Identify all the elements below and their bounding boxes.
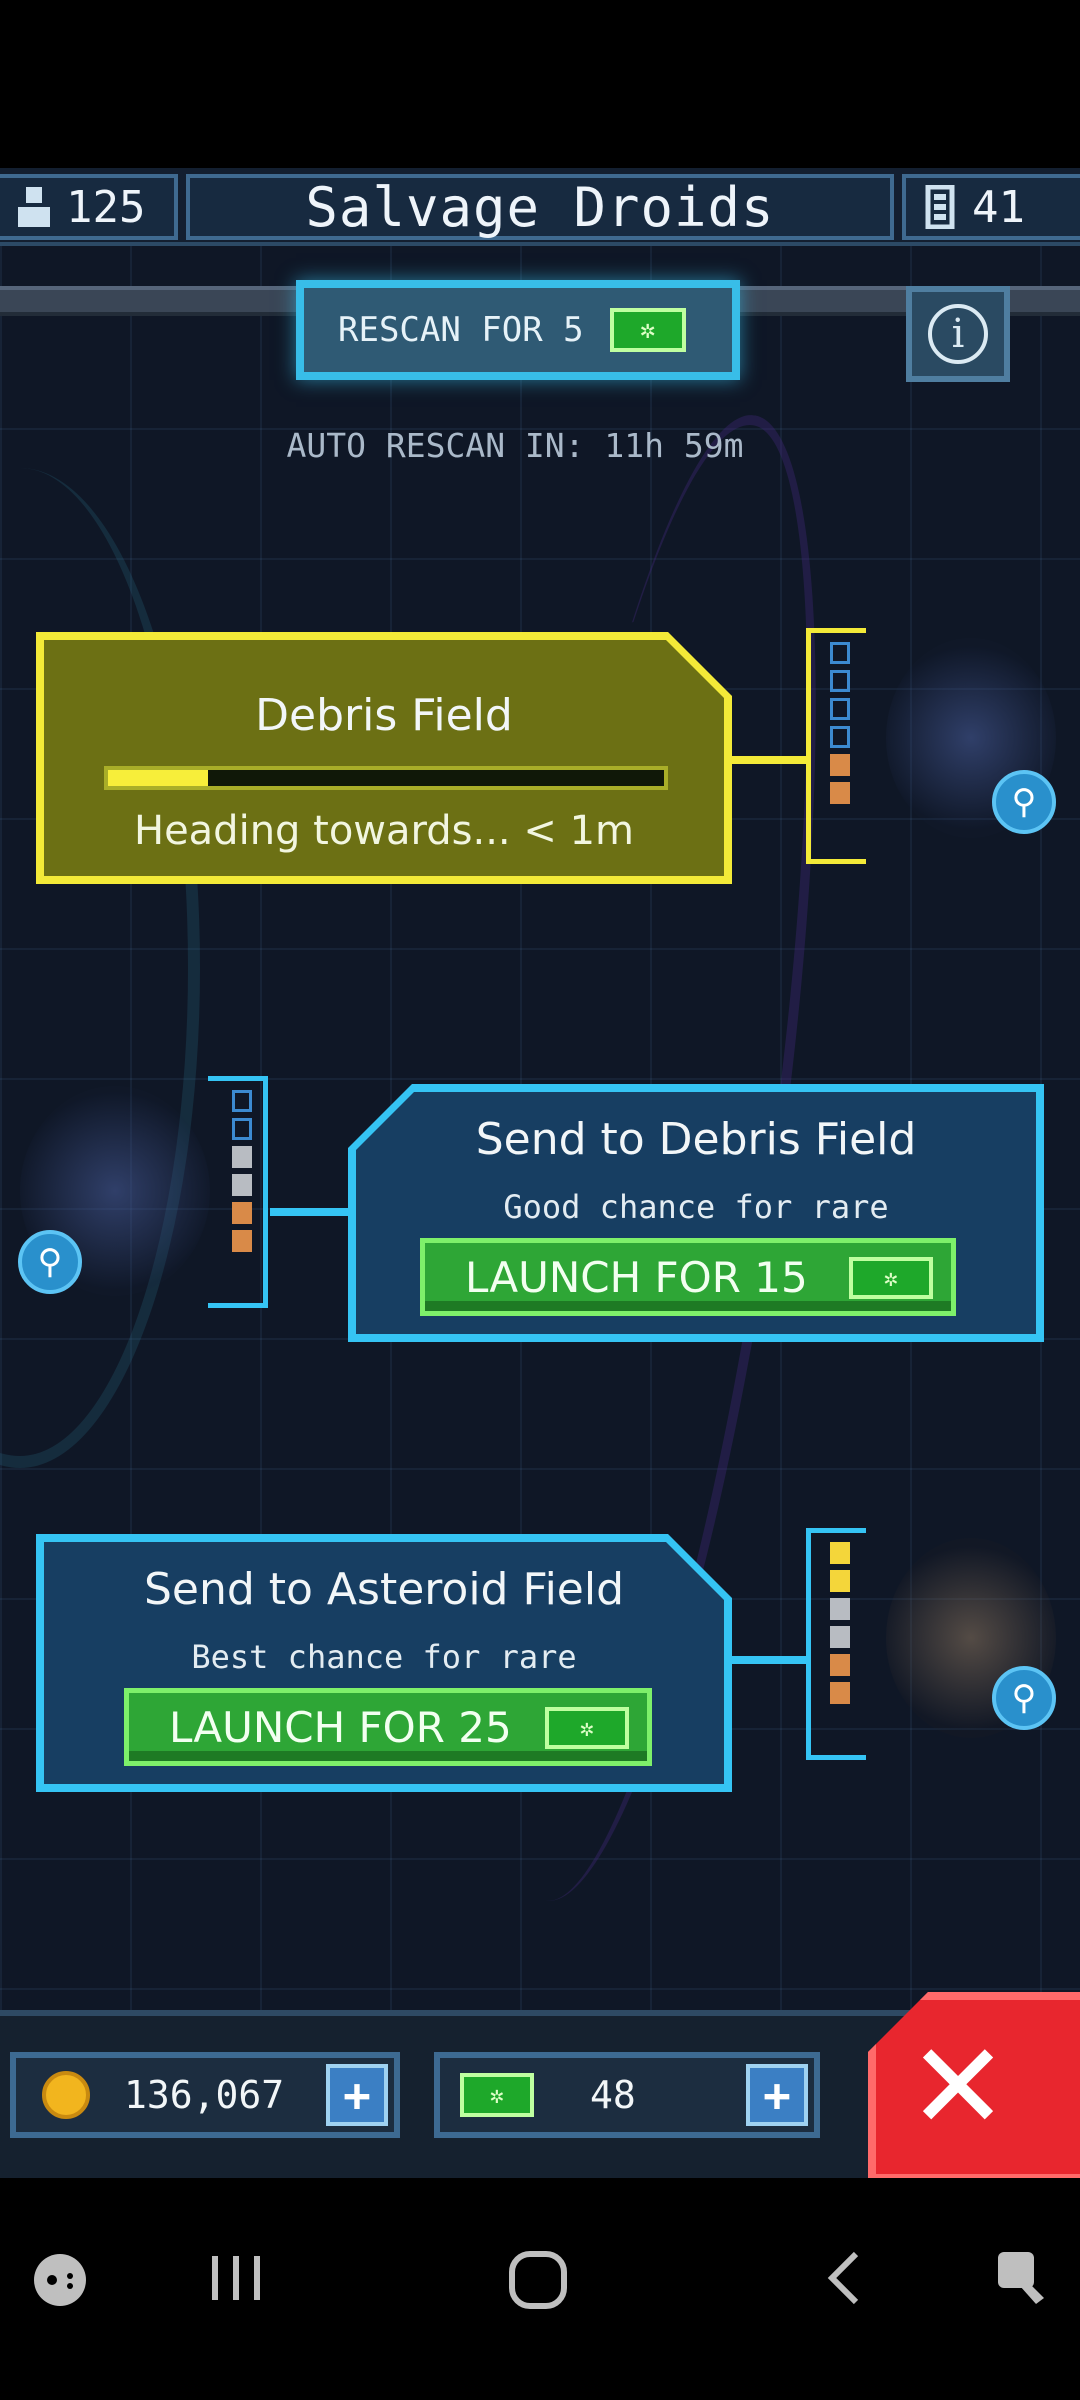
- add-gems-button[interactable]: +: [746, 2064, 808, 2126]
- info-icon: i: [928, 304, 988, 364]
- gem-icon: ✲: [609, 308, 686, 352]
- back-icon[interactable]: [820, 2248, 868, 2308]
- rescan-button[interactable]: RESCAN FOR 5 ✲: [296, 280, 740, 380]
- assist-icon[interactable]: [994, 2248, 1050, 2308]
- mission-title: Send to Debris Field: [475, 1114, 917, 1165]
- mission-subtitle: Best chance for rare: [191, 1638, 577, 1676]
- rescan-label: RESCAN FOR 5: [338, 310, 584, 350]
- page-title: Salvage Droids: [305, 175, 775, 239]
- launch-button-25[interactable]: LAUNCH FOR 25 ✲: [124, 1688, 652, 1766]
- launch-label: LAUNCH FOR 25: [169, 1702, 512, 1752]
- status-bar: [0, 0, 1080, 168]
- progress-fill: [108, 770, 208, 786]
- battery-icon: [925, 185, 955, 229]
- person-icon: [18, 187, 50, 227]
- add-coins-button[interactable]: +: [326, 2064, 388, 2126]
- magnifier-icon[interactable]: ⚲: [18, 1230, 82, 1294]
- coin-icon: [42, 2071, 90, 2119]
- pipe-right: [740, 286, 920, 316]
- coin-counter: 136,067 +: [10, 2052, 400, 2138]
- game-launcher-icon[interactable]: [28, 2248, 92, 2312]
- gem-icon: ✲: [545, 1707, 629, 1749]
- pipe-left: [0, 286, 300, 316]
- cells-counter: 41: [902, 174, 1080, 240]
- card-body: Debris Field Heading towards... < 1m: [44, 640, 724, 876]
- system-nav-bar: [0, 2178, 1080, 2400]
- crew-counter: 125: [0, 174, 178, 240]
- pipe-far-right: [1010, 286, 1080, 316]
- game-screen: 125 Salvage Droids 41 RESCAN FOR 5 ✲ i A…: [0, 168, 1080, 2178]
- mission-card-debris-field: Send to Debris Field Good chance for rar…: [348, 1084, 1044, 1342]
- rarity-meter: [232, 1090, 252, 1252]
- mission-status: Heading towards... < 1m: [133, 808, 635, 854]
- connector-line: [730, 1656, 808, 1664]
- gem-icon: ✲: [460, 2073, 534, 2117]
- coin-value: 136,067: [124, 2073, 285, 2117]
- card-body: Send to Debris Field Good chance for rar…: [356, 1092, 1036, 1334]
- mission-progress-bar: [104, 766, 668, 790]
- auto-rescan-timer: AUTO RESCAN IN: 11h 59m: [286, 426, 744, 465]
- top-header: 125 Salvage Droids 41: [0, 168, 1080, 246]
- launch-button-15[interactable]: LAUNCH FOR 15 ✲: [420, 1238, 956, 1316]
- mission-card-debris-progress: Debris Field Heading towards... < 1m: [36, 632, 732, 884]
- connector-line: [730, 756, 808, 764]
- cells-count: 41: [972, 181, 1025, 233]
- launch-label: LAUNCH FOR 15: [465, 1252, 808, 1302]
- title-bar: Salvage Droids: [186, 174, 894, 240]
- gem-icon: ✲: [849, 1257, 933, 1299]
- scan-thumbnail-asteroid[interactable]: ⚲: [806, 1528, 1066, 1788]
- gem-value: 48: [590, 2073, 636, 2117]
- mission-title: Debris Field: [255, 690, 513, 741]
- rarity-meter: [830, 1542, 850, 1704]
- gem-counter: ✲ 48 +: [434, 2052, 820, 2138]
- magnifier-icon[interactable]: ⚲: [992, 1666, 1056, 1730]
- scan-thumbnail-debris-1[interactable]: ⚲: [806, 628, 1066, 888]
- crew-count: 125: [66, 181, 146, 233]
- home-icon[interactable]: [506, 2248, 570, 2312]
- rarity-meter: [830, 642, 850, 804]
- info-button[interactable]: i: [906, 286, 1010, 382]
- card-body: Send to Asteroid Field Best chance for r…: [44, 1542, 724, 1784]
- mission-title: Send to Asteroid Field: [143, 1564, 625, 1615]
- mission-subtitle: Good chance for rare: [503, 1188, 889, 1226]
- recent-apps-icon[interactable]: [206, 2248, 266, 2308]
- scan-thumbnail-debris-2[interactable]: ⚲: [10, 1076, 280, 1326]
- magnifier-icon[interactable]: ⚲: [992, 770, 1056, 834]
- connector-line: [270, 1208, 350, 1216]
- close-icon: ✕: [907, 2017, 1009, 2157]
- mission-card-asteroid-field: Send to Asteroid Field Best chance for r…: [36, 1534, 732, 1792]
